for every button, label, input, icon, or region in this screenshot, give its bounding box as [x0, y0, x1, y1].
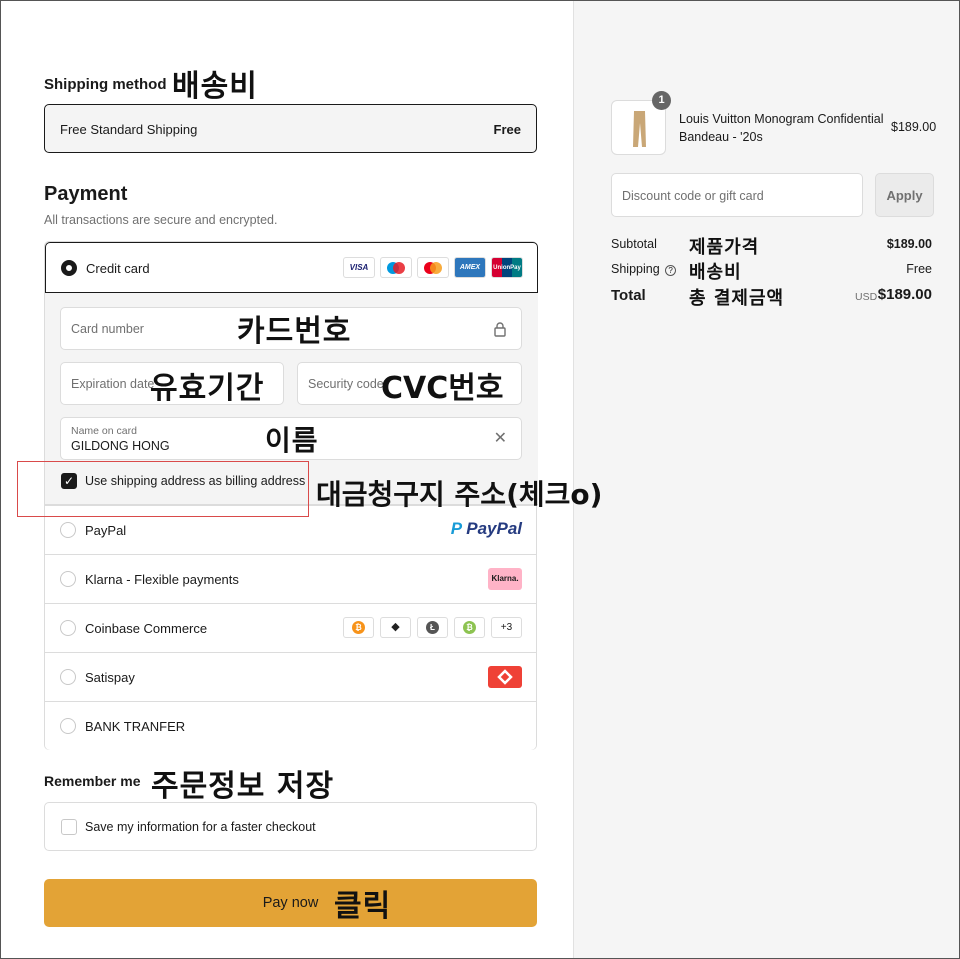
save-info-label: Save my information for a faster checkou… [85, 820, 316, 834]
bitcoin-icon: ₿ [343, 617, 374, 638]
bank-transfer-label: BANK TRANFER [85, 719, 186, 734]
satispay-radio[interactable] [60, 669, 76, 685]
card-number-annotation: 카드번호 [237, 314, 352, 349]
shipping-method-title: Shipping method [44, 76, 167, 93]
payment-option-bank-transfer[interactable]: BANK TRANFER [45, 701, 536, 750]
lock-icon [493, 321, 507, 342]
apply-discount-button[interactable]: Apply [875, 173, 934, 217]
pay-now-button[interactable]: Pay now [44, 879, 537, 927]
expiration-annotation: 유효기간 [150, 371, 265, 406]
credit-card-radio[interactable] [61, 260, 77, 276]
klarna-icon: Klarna. [488, 568, 522, 590]
paypal-logo-text: PayPal [466, 519, 522, 538]
crypto-icons: ₿ ◆ Ł ₿ +3 [343, 617, 522, 638]
card-number-placeholder: Card number [71, 322, 144, 336]
card-brands: VISA AMEX UnionPay [343, 257, 523, 278]
more-crypto-count: +3 [491, 617, 522, 638]
maestro-icon [380, 257, 412, 278]
ethereum-icon: ◆ [380, 617, 411, 638]
product-name: Louis Vuitton Monogram Confidential Band… [679, 112, 884, 144]
remember-me-option[interactable]: Save my information for a faster checkou… [44, 802, 537, 851]
paypal-icon: P PayPal [450, 519, 522, 538]
bitcoin-cash-icon: ₿ [454, 617, 485, 638]
name-on-card-label: Name on card [71, 425, 137, 437]
currency-label: USD [855, 291, 878, 303]
klarna-label: Klarna - Flexible payments [85, 572, 239, 587]
security-code-placeholder: Security code [308, 377, 384, 391]
quantity-badge: 1 [652, 91, 671, 110]
help-icon[interactable]: ? [665, 265, 677, 276]
payment-title: Payment [44, 183, 128, 205]
total-value: $189.00 [877, 286, 932, 303]
visa-icon: VISA [343, 257, 375, 278]
expiration-placeholder: Expiration date [71, 377, 155, 391]
name-on-card-value: GILDONG HONG [71, 439, 170, 453]
shipping-option[interactable]: Free Standard Shipping Free [44, 104, 537, 153]
shipping-summary-label: Shipping ? [611, 262, 677, 276]
satispay-label: Satispay [85, 670, 135, 685]
discount-placeholder: Discount code or gift card [622, 189, 764, 203]
paypal-radio[interactable] [60, 522, 76, 538]
shipping-summary-value: Free [906, 262, 932, 276]
shipping-option-price: Free [493, 122, 521, 137]
clear-icon[interactable]: ✕ [494, 431, 507, 447]
credit-card-label: Credit card [86, 261, 150, 276]
pay-now-label: Pay now [262, 895, 319, 911]
paypal-label: PayPal [85, 523, 127, 538]
subtotal-annotation: 제품가격 [689, 237, 760, 258]
remember-me-title: Remember me [44, 773, 141, 789]
subtotal-label: Subtotal [611, 237, 657, 251]
shipping-summary-annotation: 배송비 [689, 262, 742, 283]
total-annotation: 총 결제금액 [689, 288, 785, 309]
name-annotation: 이름 [265, 424, 319, 457]
billing-annotation: 대금청구지 주소(체크o) [316, 478, 603, 511]
satispay-icon [488, 666, 522, 688]
product-price: $189.00 [891, 120, 937, 134]
total-label: Total [611, 287, 646, 304]
save-info-checkbox[interactable] [61, 819, 77, 835]
discount-code-input[interactable]: Discount code or gift card [611, 173, 863, 217]
apply-label: Apply [886, 187, 923, 203]
payment-option-satispay[interactable]: Satispay [45, 652, 536, 701]
klarna-radio[interactable] [60, 571, 76, 587]
payment-option-klarna[interactable]: Klarna - Flexible payments Klarna. [45, 554, 536, 603]
billing-annotation-box [17, 461, 309, 517]
bank-transfer-radio[interactable] [60, 718, 76, 734]
payment-option-coinbase[interactable]: Coinbase Commerce ₿ ◆ Ł ₿ +3 [45, 603, 536, 652]
payment-option-credit-card[interactable]: Credit card VISA AMEX UnionPay [45, 242, 538, 293]
pay-now-annotation: 클릭 [334, 889, 392, 924]
remember-annotation: 주문정보 저장 [151, 769, 335, 804]
litecoin-icon: Ł [417, 617, 448, 638]
payment-subtitle: All transactions are secure and encrypte… [44, 213, 278, 227]
cvc-annotation: CVC번호 [381, 371, 504, 406]
shipping-option-name: Free Standard Shipping [60, 122, 198, 137]
coinbase-label: Coinbase Commerce [85, 621, 208, 636]
mastercard-icon [417, 257, 449, 278]
shipping-summary-text: Shipping [611, 262, 660, 276]
shipping-annotation: 배송비 [172, 69, 258, 104]
amex-icon: AMEX [454, 257, 486, 278]
coinbase-radio[interactable] [60, 620, 76, 636]
unionpay-icon: UnionPay [491, 257, 523, 278]
subtotal-value: $189.00 [886, 237, 932, 251]
